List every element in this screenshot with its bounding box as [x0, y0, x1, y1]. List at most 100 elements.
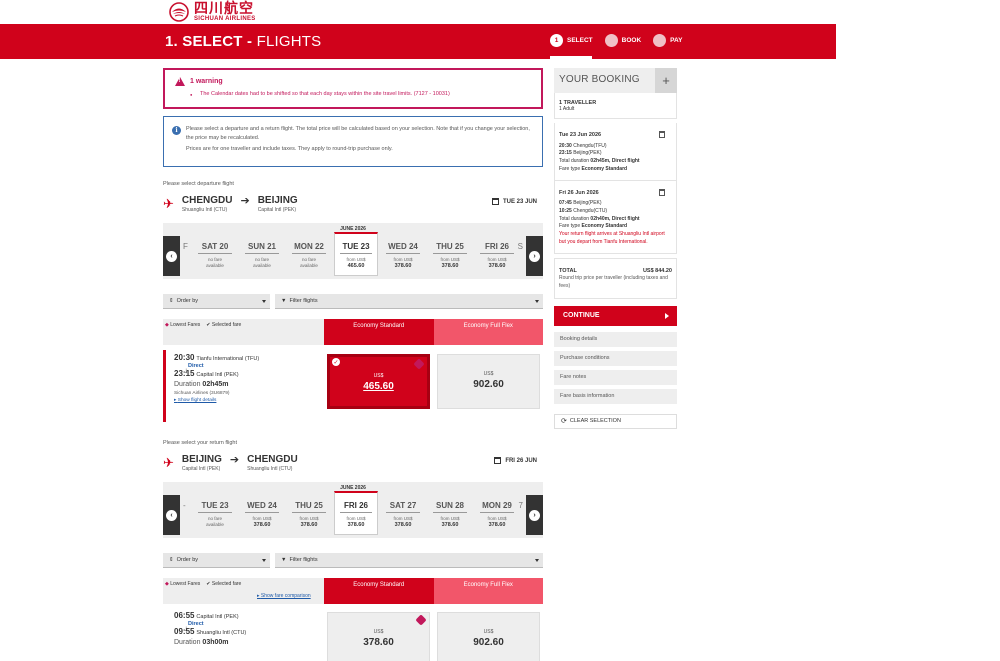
filter-label: Filter flights [289, 557, 318, 563]
order-by-select[interactable]: ⇕ Order by [163, 294, 270, 309]
arrow-right-icon: ➔ [240, 195, 250, 207]
legend-lowest-label: Lowest Fares [170, 581, 201, 587]
total-line: TOTAL US$ 844.20 [559, 267, 672, 276]
date-tab-label: TUE 23 [198, 501, 232, 513]
date-tab-fare: from US$ 378.60 [381, 257, 425, 270]
date-tab[interactable]: SAT 27 from US$ 378.60 [381, 495, 425, 535]
date-tab[interactable]: TUE 23 from US$ 465.60 [334, 232, 378, 276]
segment-dep: Beijing(PEK) [573, 200, 602, 207]
purchase-conditions-link[interactable]: Purchase conditions [554, 350, 677, 366]
fare-economy-full-flex[interactable]: US$ 902.60 [437, 354, 540, 409]
price-currency: US$ [373, 373, 384, 379]
arrival-airport: Capital Intl (PEK) [196, 372, 239, 378]
clear-selection-button[interactable]: ⟳ CLEAR SELECTION [554, 413, 677, 429]
segment-duration: 02h45m, Direct flight [590, 158, 640, 165]
fare-column-economy-standard: Economy Standard [324, 578, 434, 604]
departure-date: TUE 23 JUN [491, 198, 537, 205]
show-fare-comparison-link[interactable]: ▸ Show fare comparison [257, 593, 311, 599]
departure-fare-header: ◆ Lowest Fares ✔ Selected fare Economy S… [163, 319, 543, 345]
flight-duration: Duration 02h45m [174, 381, 324, 388]
fare-notes-link[interactable]: Fare notes [554, 369, 677, 385]
departure-section-label: Please select departure flight [163, 181, 234, 187]
fare-legend: ◆ Lowest Fares ✔ Selected fare [163, 319, 324, 345]
partial-date-left: F [183, 242, 188, 251]
date-tab-price: 378.60 [488, 522, 506, 529]
date-tab-fare-line: available [206, 263, 224, 269]
fare-economy-full-flex[interactable]: US$ 902.60 [437, 612, 540, 661]
date-tab-label: WED 24 [386, 242, 420, 254]
date-tab[interactable]: MON 22 no fare available [287, 236, 331, 276]
warning-message: The Calendar dates had to be shifted so … [190, 91, 531, 97]
continue-button[interactable]: CONTINUE [554, 305, 677, 326]
date-tab[interactable]: MON 29 from US$ 378.60 [475, 495, 519, 535]
date-tab-fare: from US$ 378.60 [381, 516, 425, 529]
arrow-down-icon: ↓ [184, 366, 188, 375]
chevron-down-icon [262, 559, 266, 562]
sort-icon: ⇕ [169, 557, 174, 563]
date-tab-label: FRI 26 [480, 242, 514, 254]
chevron-left-icon: ‹ [166, 250, 177, 262]
expand-booking-button[interactable]: + [655, 68, 677, 93]
date-tab[interactable]: WED 24 from US$ 378.60 [240, 495, 284, 535]
return-route: ✈ BEIJING Capital Intl (PEK) ➔ CHENGDU S… [163, 455, 543, 477]
step-banner: 1. SELECT - FLIGHTS 1 SELECT BOOK PAY [0, 24, 836, 59]
step-pay-label: PAY [670, 37, 683, 44]
price-value: 465.60 [363, 381, 394, 392]
filter-flights-select[interactable]: ▼ Filter flights [275, 294, 543, 309]
fare-economy-standard-selected[interactable]: ✓ US$ 465.60 [327, 354, 430, 409]
booking-details-link[interactable]: Booking details [554, 331, 677, 347]
trash-icon[interactable] [659, 131, 665, 138]
step-select-dot: 1 [550, 34, 563, 47]
date-tab-fare: from US$ 378.60 [475, 516, 519, 529]
segment-fare: Economy Standard [581, 223, 628, 230]
filter-flights-select[interactable]: ▼ Filter flights [275, 553, 543, 568]
segment-arr-time: 10:25 [559, 207, 572, 214]
date-tab-price: 378.60 [347, 522, 365, 529]
date-tab[interactable]: SAT 20 no fare available [193, 236, 237, 276]
date-tab-fare: from US$ 378.60 [475, 257, 519, 270]
warning-icon [175, 77, 185, 86]
segment-arr: Beijing(PEK) [573, 150, 602, 157]
date-tab[interactable]: THU 25 from US$ 378.60 [287, 495, 331, 535]
departure-time: 06:55 [174, 611, 195, 620]
date-tab[interactable]: TUE 23 no fare available [193, 495, 237, 535]
previous-dates-button[interactable]: ‹ [163, 236, 180, 276]
next-dates-button[interactable]: › [526, 236, 543, 276]
duration-value: 03h00m [202, 639, 229, 646]
date-tab[interactable]: THU 25 from US$ 378.60 [428, 236, 472, 276]
price-value: 902.60 [473, 379, 504, 390]
segment-fare: Economy Standard [581, 165, 628, 172]
date-tab[interactable]: FRI 26 from US$ 378.60 [475, 236, 519, 276]
date-tab-fare: from US$ 378.60 [240, 516, 284, 529]
trash-icon[interactable] [659, 188, 665, 196]
date-tab[interactable]: FRI 26 from US$ 378.60 [334, 491, 378, 535]
sichuan-airlines-logo[interactable]: 四川航空 SICHUAN AIRLINES [168, 2, 256, 22]
booking-header: YOUR BOOKING + [554, 68, 677, 93]
partial-date-right: 7 [518, 501, 523, 510]
order-by-select[interactable]: ⇕ Order by [163, 553, 270, 568]
date-tab-fare-line: available [253, 263, 271, 269]
date-tab-label: THU 25 [292, 501, 326, 513]
date-tab-fare: no fare available [240, 257, 284, 269]
fare-economy-standard[interactable]: US$ 378.60 [327, 612, 430, 661]
arrow-down-icon: ↓ [184, 624, 188, 633]
return-section-label: Please select your return flight [163, 440, 237, 446]
previous-dates-button[interactable]: ‹ [163, 495, 180, 535]
fare-basis-information-link[interactable]: Fare basis information [554, 388, 677, 404]
fare-column-economy-full-flex: Economy Full Flex [433, 319, 543, 345]
booking-total: TOTAL US$ 844.20 Round trip price per tr… [554, 257, 677, 299]
departure-date-carousel: JUNE 2026 ‹ F SAT 20 no fare available SUN … [163, 223, 543, 279]
departure-airport: Capital Intl (PEK) [196, 614, 239, 620]
lowest-fare-tag-icon [413, 358, 425, 370]
active-step-indicator [550, 56, 592, 59]
segment-duration-label: Total duration [559, 215, 590, 222]
clear-selection-label: CLEAR SELECTION [569, 418, 621, 425]
show-flight-details-link[interactable]: ▸ Show flight details [174, 398, 324, 403]
date-tab[interactable]: SUN 28 from US$ 378.60 [428, 495, 472, 535]
tag-icon: ◆ [165, 581, 169, 587]
next-dates-button[interactable]: › [526, 495, 543, 535]
date-tab[interactable]: WED 24 from US$ 378.60 [381, 236, 425, 276]
date-tab-fare: from US$ 378.60 [287, 516, 331, 529]
date-tab[interactable]: SUN 21 no fare available [240, 236, 284, 276]
departure-destination: BEIJING Capital Intl (PEK) [258, 196, 298, 213]
